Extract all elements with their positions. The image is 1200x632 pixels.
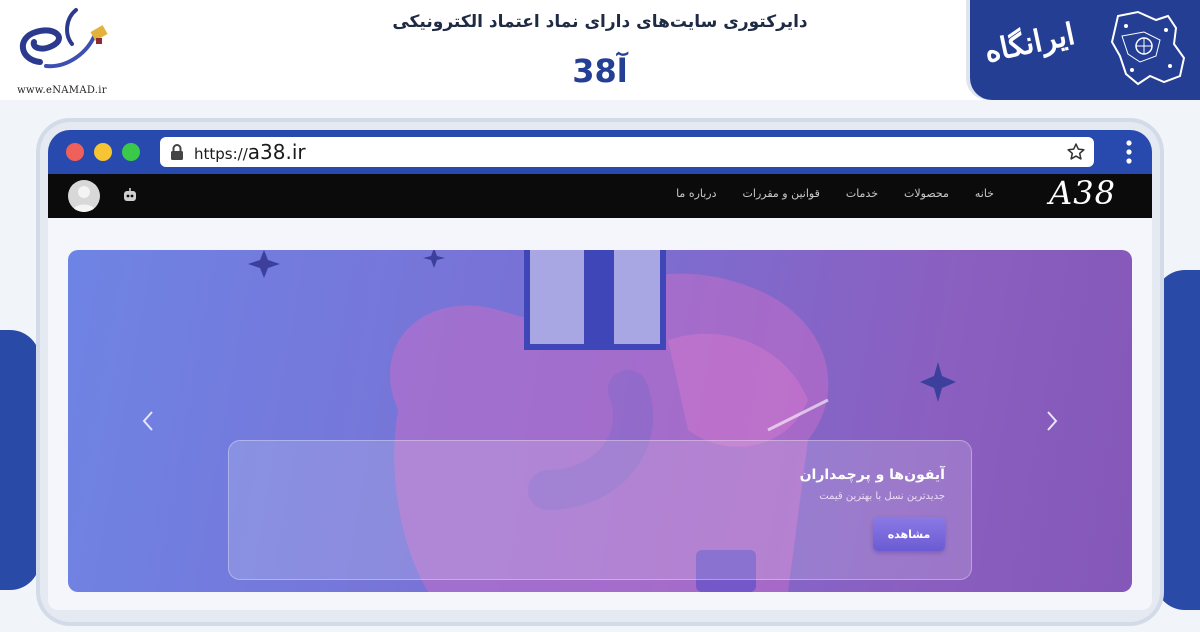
maximize-window-dot[interactable] xyxy=(122,143,140,161)
site-logo[interactable]: A38 xyxy=(1049,174,1116,212)
user-avatar-icon[interactable] xyxy=(68,180,100,212)
site-navbar: A38 خانه محصولات خدمات قوانین و مقررات د… xyxy=(48,174,1152,218)
hero-slider: آیفون‌ها و پرچمداران جدیدترین نسل با بهت… xyxy=(68,250,1132,592)
enamad-url: www.eNAMAD.ir xyxy=(17,85,107,96)
nav-link-products[interactable]: محصولات xyxy=(904,187,949,200)
decor-left xyxy=(0,330,40,590)
url-protocol: https:// xyxy=(194,145,248,163)
lock-icon xyxy=(171,144,183,160)
star-icon[interactable] xyxy=(1066,142,1086,162)
browser-window: https://a38.ir A38 خانه محصولات خدمات قو… xyxy=(40,122,1160,622)
brand-name: ایرانگاه xyxy=(981,16,1078,71)
enamad-logo-icon xyxy=(20,8,108,69)
brand-badge[interactable]: ایرانگاه xyxy=(970,0,1200,100)
nav-link-about[interactable]: درباره ما xyxy=(676,187,716,200)
close-window-dot[interactable] xyxy=(66,143,84,161)
browser-toolbar: https://a38.ir xyxy=(48,130,1152,174)
hero-title: آیفون‌ها و پرچمداران xyxy=(799,467,945,483)
view-button[interactable]: مشاهده xyxy=(873,517,945,551)
chevron-left-icon[interactable] xyxy=(142,410,154,432)
address-bar[interactable]: https://a38.ir xyxy=(160,137,1094,167)
chevron-right-icon[interactable] xyxy=(1046,410,1058,432)
page-title: دایرکتوری سایت‌های دارای نماد اعتماد الک… xyxy=(392,12,808,32)
robot-icon[interactable] xyxy=(122,187,138,203)
enamad-logo[interactable]: www.eNAMAD.ir xyxy=(6,4,118,98)
iran-map-icon xyxy=(1110,10,1186,86)
site-domain-name: آ38 xyxy=(572,52,628,90)
browser-viewport: A38 خانه محصولات خدمات قوانین و مقررات د… xyxy=(48,174,1152,610)
minimize-window-dot[interactable] xyxy=(94,143,112,161)
url-text: https://a38.ir xyxy=(194,140,306,164)
decor-right xyxy=(1155,270,1200,610)
hero-subtitle: جدیدترین نسل با بهترین قیمت xyxy=(819,491,945,502)
url-host: a38.ir xyxy=(247,140,306,164)
hero-caption-card: آیفون‌ها و پرچمداران جدیدترین نسل با بهت… xyxy=(228,440,972,580)
page-header: www.eNAMAD.ir دایرکتوری سایت‌های دارای ن… xyxy=(0,0,1200,100)
site-nav-links: خانه محصولات خدمات قوانین و مقررات دربار… xyxy=(676,187,994,200)
nav-link-services[interactable]: خدمات xyxy=(846,187,878,200)
nav-link-home[interactable]: خانه xyxy=(975,187,994,200)
nav-link-rules[interactable]: قوانین و مقررات xyxy=(743,187,820,200)
kebab-menu-icon[interactable] xyxy=(1126,140,1132,164)
